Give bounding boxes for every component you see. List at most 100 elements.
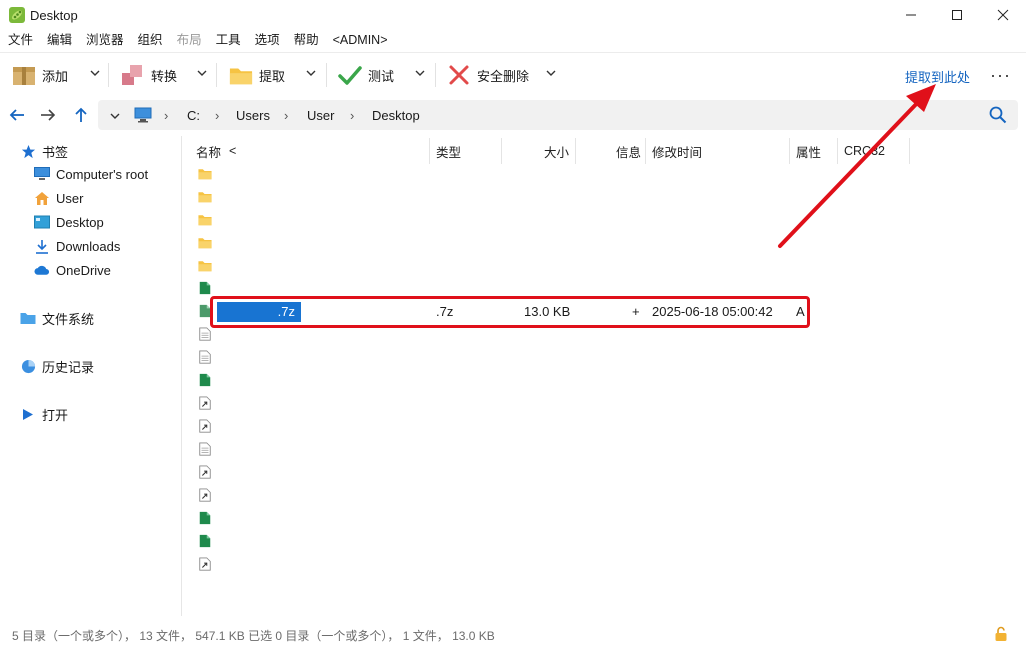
- sidebar-item-computer-root[interactable]: Computer's root: [34, 164, 148, 184]
- convert-label: 转换: [151, 68, 178, 84]
- menu-organize[interactable]: 组织: [138, 30, 163, 50]
- menu-file[interactable]: 文件: [8, 30, 33, 50]
- extract-button[interactable]: 提取: [229, 61, 285, 89]
- sidebar-filesystem[interactable]: 文件系统: [20, 308, 94, 328]
- status-bar: 5 目录（一个或多个）， 13 文件， 547.1 KB 已选 0 目录（一个或…: [0, 622, 1026, 646]
- column-header-size-label: 大小: [543, 145, 569, 160]
- address-bar[interactable]: › C: › Users › User › Desktop: [98, 100, 1018, 130]
- shortcut-icon[interactable]: [198, 488, 212, 502]
- home-icon: [34, 190, 50, 206]
- file-list: 名称 < 类型 大小 信息 修改时间 属性 CRC32 .7z .7z 13.0…: [190, 136, 1020, 616]
- back-button[interactable]: [6, 104, 28, 126]
- column-header-modified[interactable]: 修改时间: [646, 138, 790, 164]
- maximize-button[interactable]: [934, 0, 980, 30]
- breadcrumb-drive[interactable]: C:: [187, 108, 200, 123]
- minimize-button[interactable]: [888, 0, 934, 30]
- breadcrumb-user[interactable]: User: [307, 108, 334, 123]
- close-button[interactable]: [980, 0, 1026, 30]
- column-header-crc32[interactable]: CRC32: [838, 138, 910, 164]
- menu-tools[interactable]: 工具: [216, 30, 241, 50]
- sidebar-filesystem-label: 文件系统: [42, 311, 95, 327]
- spreadsheet-icon[interactable]: [198, 534, 212, 548]
- sidebar-item-label: OneDrive: [56, 262, 111, 278]
- add-button[interactable]: 添加: [12, 61, 68, 89]
- sidebar-item-user[interactable]: User: [34, 188, 83, 208]
- shortcut-icon[interactable]: [198, 396, 212, 410]
- history-icon: [20, 358, 36, 374]
- menu-browser[interactable]: 浏览器: [86, 30, 124, 50]
- spreadsheet-icon[interactable]: [198, 373, 212, 387]
- breadcrumb-separator: ›: [164, 108, 169, 123]
- secure-delete-label: 安全删除: [477, 68, 530, 84]
- convert-button[interactable]: 转换: [121, 61, 177, 89]
- sidebar-open-label: 打开: [42, 407, 69, 423]
- forward-button[interactable]: [37, 104, 59, 126]
- sidebar-item-label: Computer's root: [56, 166, 149, 182]
- toolbar-divider: [216, 63, 217, 87]
- breadcrumb-desktop[interactable]: Desktop: [372, 108, 420, 123]
- shortcut-icon[interactable]: [198, 465, 212, 479]
- status-text: 5 目录（一个或多个）， 13 文件， 547.1 KB 已选 0 目录（一个或…: [12, 629, 495, 643]
- column-header-type[interactable]: 类型: [430, 138, 502, 164]
- folder-icon[interactable]: [198, 190, 212, 204]
- sidebar-history[interactable]: 历史记录: [20, 356, 94, 376]
- column-header-type-label: 类型: [436, 145, 462, 160]
- add-archive-icon: [12, 63, 36, 87]
- test-button[interactable]: 测试: [338, 61, 394, 89]
- sidebar-item-onedrive[interactable]: OneDrive: [34, 260, 111, 280]
- desktop-icon: [34, 214, 50, 230]
- sort-indicator: <: [229, 144, 237, 158]
- column-header-size[interactable]: 大小: [502, 138, 576, 164]
- column-header-attributes[interactable]: 属性: [790, 138, 838, 164]
- test-dropdown-chevron-icon[interactable]: [415, 68, 425, 78]
- menu-layout[interactable]: 布局: [177, 30, 202, 50]
- menu-edit[interactable]: 编辑: [47, 30, 72, 50]
- column-header-info-label: 信息: [615, 145, 641, 160]
- folder-icon[interactable]: [198, 213, 212, 227]
- breadcrumb-separator: ›: [215, 108, 220, 123]
- arrow-right-icon: [41, 109, 56, 121]
- convert-icon: [121, 63, 145, 87]
- shortcut-icon[interactable]: [198, 419, 212, 433]
- computer-icon: [134, 107, 152, 123]
- annotation-highlight-box: [210, 296, 810, 328]
- column-header-name-label: 名称: [196, 145, 222, 160]
- spreadsheet-icon[interactable]: [198, 511, 212, 525]
- arrow-left-icon: [9, 109, 24, 121]
- document-icon[interactable]: [198, 350, 212, 364]
- menu-options[interactable]: 选项: [255, 30, 280, 50]
- shortcut-icon[interactable]: [198, 557, 212, 571]
- up-button[interactable]: [70, 104, 92, 126]
- folder-icon[interactable]: [198, 259, 212, 273]
- history-chevron-icon[interactable]: [110, 111, 120, 121]
- sidebar: 书签 Computer's root User Desktop Download…: [0, 136, 182, 616]
- document-icon[interactable]: [198, 327, 212, 341]
- spreadsheet-icon[interactable]: [198, 281, 212, 295]
- add-dropdown-chevron-icon[interactable]: [90, 68, 100, 78]
- menu-admin[interactable]: <ADMIN>: [333, 30, 388, 50]
- menu-help[interactable]: 帮助: [294, 30, 319, 50]
- sidebar-bookmarks[interactable]: 书签: [20, 141, 68, 161]
- unlock-icon[interactable]: [994, 626, 1008, 642]
- breadcrumb-users[interactable]: Users: [236, 108, 270, 123]
- sidebar-item-downloads[interactable]: Downloads: [34, 236, 120, 256]
- sidebar-open[interactable]: 打开: [20, 404, 68, 424]
- document-icon[interactable]: [198, 442, 212, 456]
- extract-here-button[interactable]: 提取到此处: [905, 67, 970, 86]
- test-label: 测试: [368, 68, 395, 84]
- convert-dropdown-chevron-icon[interactable]: [197, 68, 207, 78]
- sidebar-item-desktop[interactable]: Desktop: [34, 212, 104, 232]
- folder-icon[interactable]: [198, 167, 212, 181]
- column-header-name[interactable]: 名称 <: [190, 138, 430, 164]
- title-bar: Desktop: [0, 0, 1026, 30]
- column-header-crc32-label: CRC32: [844, 144, 885, 158]
- column-header-info[interactable]: 信息: [576, 138, 646, 164]
- cloud-icon: [34, 262, 50, 278]
- folder-icon[interactable]: [198, 236, 212, 250]
- extract-folder-icon: [229, 63, 253, 87]
- more-options-button[interactable]: ···: [990, 65, 1011, 86]
- search-icon[interactable]: [989, 106, 1007, 124]
- secure-delete-button[interactable]: 安全删除: [447, 61, 529, 89]
- delete-dropdown-chevron-icon[interactable]: [546, 68, 556, 78]
- extract-dropdown-chevron-icon[interactable]: [306, 68, 316, 78]
